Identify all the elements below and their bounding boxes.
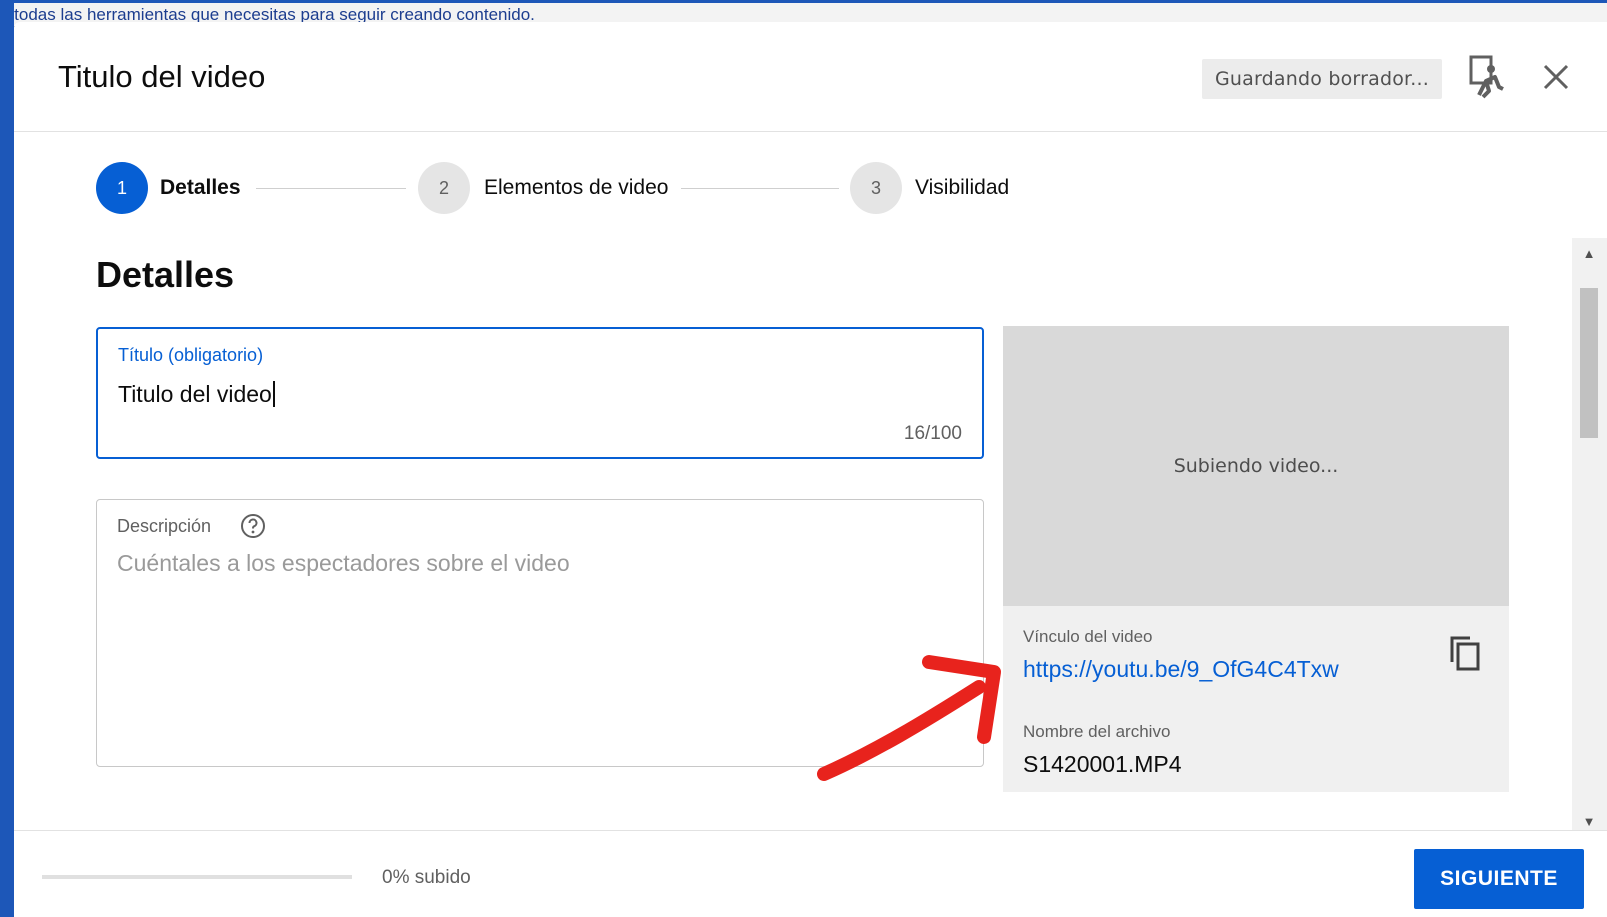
step-connector xyxy=(256,188,406,189)
step-2-circle[interactable]: 2 xyxy=(418,162,470,214)
dialog-header: Titulo del video Guardando borrador... xyxy=(14,22,1607,132)
step-connector xyxy=(681,188,839,189)
title-input[interactable]: Titulo del video xyxy=(118,381,275,407)
video-link[interactable]: https://youtu.be/9_OfG4C4Txw xyxy=(1023,656,1339,683)
copy-icon[interactable] xyxy=(1448,634,1482,672)
scrollbar-thumb[interactable] xyxy=(1580,288,1598,438)
file-name-value: S1420001.MP4 xyxy=(1023,751,1182,777)
step-3-circle[interactable]: 3 xyxy=(850,162,902,214)
step-2-label[interactable]: Elementos de video xyxy=(484,176,668,200)
help-circle-icon[interactable] xyxy=(239,512,267,540)
file-name-label: Nombre del archivo xyxy=(1023,722,1171,741)
section-title: Detalles xyxy=(96,254,235,295)
upload-progress-bar xyxy=(42,875,352,879)
background-page-edge xyxy=(0,0,14,917)
step-3-label[interactable]: Visibilidad xyxy=(915,176,1009,200)
video-link-label: Vínculo del video xyxy=(1023,627,1153,646)
upload-dialog: Titulo del video Guardando borrador... 1… xyxy=(14,22,1607,917)
dialog-scrollbar[interactable]: ▲ ▼ xyxy=(1572,238,1607,838)
scroll-down-icon[interactable]: ▼ xyxy=(1581,814,1597,830)
saving-status-badge: Guardando borrador... xyxy=(1202,59,1442,99)
feedback-person-icon[interactable] xyxy=(1469,55,1505,99)
title-char-counter: 16/100 xyxy=(903,423,962,444)
red-annotation-arrow xyxy=(817,655,1001,781)
upload-stepper: 1 Detalles 2 Elementos de video 3 Visibi… xyxy=(96,162,1096,214)
dialog-title: Titulo del video xyxy=(58,59,266,94)
step-1-label[interactable]: Detalles xyxy=(160,176,241,200)
description-placeholder[interactable]: Cuéntales a los espectadores sobre el vi… xyxy=(117,550,570,577)
dialog-footer: 0% subido SIGUIENTE xyxy=(14,830,1607,917)
next-button[interactable]: SIGUIENTE xyxy=(1414,849,1584,909)
title-field-label: Título (obligatorio) xyxy=(118,345,264,365)
step-1-circle[interactable]: 1 xyxy=(96,162,148,214)
description-field-label: Descripción xyxy=(117,516,212,536)
video-upload-status: Subiendo video... xyxy=(1003,326,1509,606)
scroll-up-icon[interactable]: ▲ xyxy=(1581,246,1597,262)
video-preview-panel: Subiendo video... Vínculo del video http… xyxy=(1003,326,1509,792)
title-field[interactable]: Título (obligatorio) Titulo del video 16… xyxy=(96,327,984,459)
close-icon[interactable] xyxy=(1539,60,1573,94)
upload-progress-text: 0% subido xyxy=(382,867,471,888)
